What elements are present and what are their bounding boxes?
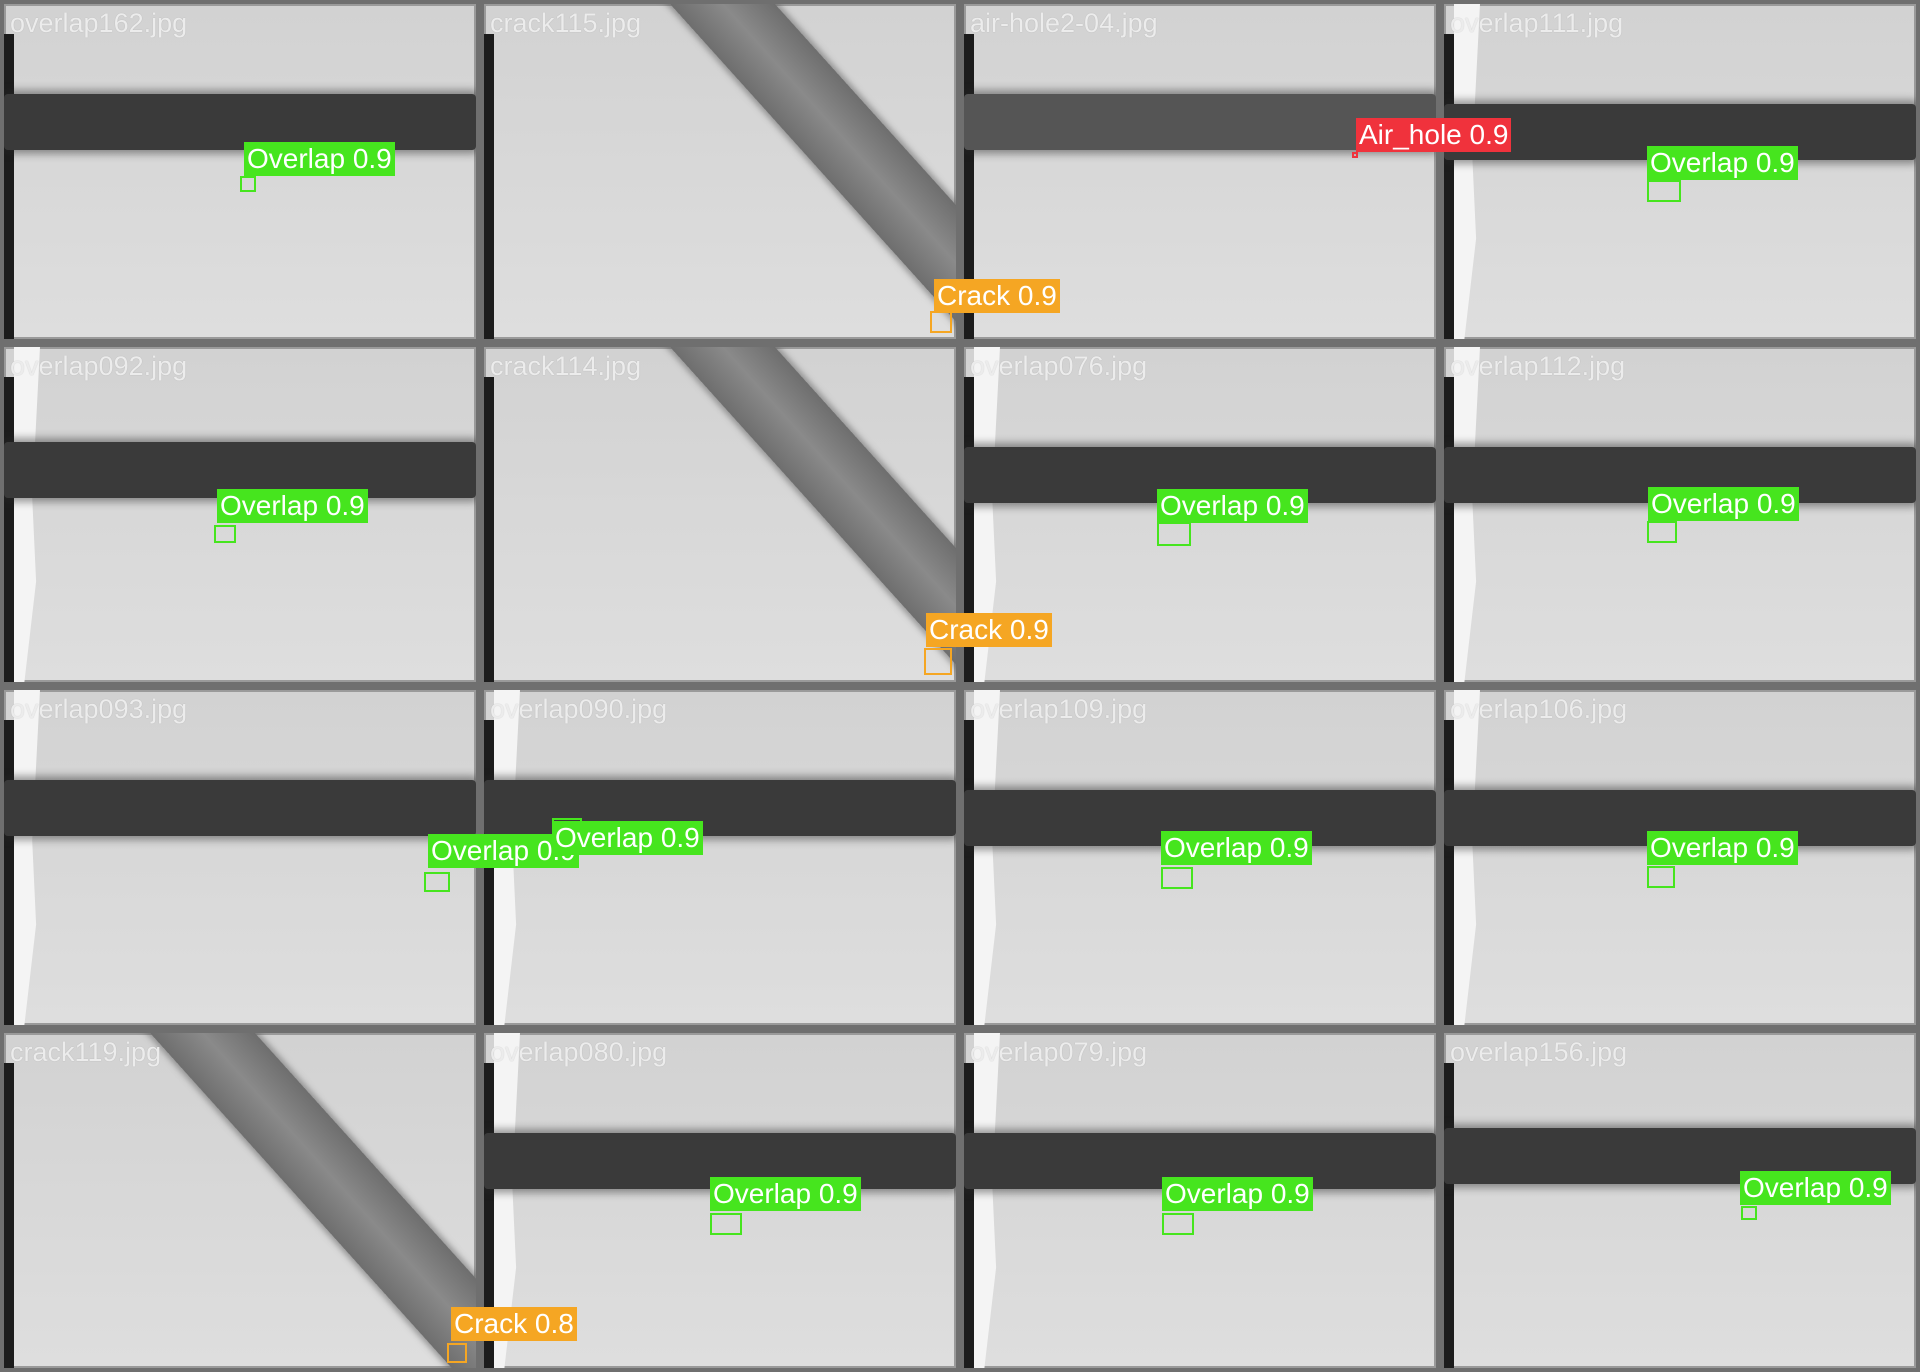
image-filename: overlap092.jpg	[10, 351, 188, 381]
detection-box	[1647, 180, 1681, 202]
image-filename: overlap079.jpg	[970, 1037, 1148, 1067]
image-filename: overlap111.jpg	[1450, 8, 1624, 38]
image-filename: overlap162.jpg	[10, 8, 188, 38]
xray-bright-edge	[1454, 347, 1480, 682]
xray-dark-edge	[484, 377, 494, 682]
xray-bright-edge	[14, 347, 40, 682]
detection-label: Overlap 0.9	[1647, 146, 1798, 180]
detection-label: Crack 0.9	[926, 613, 1052, 647]
detection-box	[1161, 867, 1193, 889]
xray-dark-edge	[1444, 377, 1454, 682]
weld-seam-band	[4, 780, 476, 836]
xray-dark-edge	[964, 1063, 974, 1368]
detection-box	[214, 525, 236, 543]
detection-label: Overlap 0.9	[1162, 1177, 1313, 1211]
detection-label: Air_hole 0.9	[1356, 118, 1512, 152]
weld-seam-band	[4, 94, 476, 150]
detection-box	[240, 176, 256, 192]
xray-dark-edge	[4, 1063, 14, 1368]
image-tile: crack114.jpg	[484, 347, 956, 682]
image-filename: air-hole2-04.jpg	[970, 8, 1158, 38]
xray-bright-edge	[974, 1033, 1000, 1368]
detection-label: Overlap 0.9	[1648, 487, 1799, 521]
image-filename: overlap156.jpg	[1450, 1037, 1628, 1067]
detection-box	[1352, 152, 1358, 158]
detection-label: Overlap 0.9	[1157, 489, 1308, 523]
xray-dark-edge	[964, 720, 974, 1025]
detection-box	[424, 872, 450, 892]
xray-dark-edge	[484, 34, 494, 339]
image-filename: overlap076.jpg	[970, 351, 1148, 381]
image-filename: overlap093.jpg	[10, 694, 188, 724]
weld-seam-diagonal	[114, 1033, 476, 1368]
image-tile: overlap162.jpg	[4, 4, 476, 339]
xray-dark-edge	[4, 720, 14, 1025]
image-tile: overlap093.jpg	[4, 690, 476, 1025]
xray-bright-edge	[1454, 4, 1480, 339]
xray-dark-edge	[4, 377, 14, 682]
detection-mosaic: overlap162.jpg crack115.jpg air-hole2-04.j…	[0, 0, 1920, 1372]
detection-box	[447, 1343, 467, 1363]
image-filename: overlap109.jpg	[970, 694, 1148, 724]
detection-label: Overlap 0.9	[217, 489, 368, 523]
image-tile: crack115.jpg	[484, 4, 956, 339]
xray-dark-edge	[1444, 1063, 1454, 1368]
xray-dark-edge	[4, 34, 14, 339]
detection-box	[1647, 521, 1677, 543]
xray-bright-edge	[974, 690, 1000, 1025]
image-filename: crack114.jpg	[490, 351, 642, 381]
image-filename: crack115.jpg	[490, 8, 642, 38]
weld-seam-diagonal	[634, 347, 956, 682]
weld-seam-diagonal	[634, 4, 956, 339]
image-filename: overlap112.jpg	[1450, 351, 1626, 381]
xray-dark-edge	[1444, 720, 1454, 1025]
detection-box	[1162, 1213, 1194, 1235]
xray-bright-edge	[14, 690, 40, 1025]
image-filename: overlap106.jpg	[1450, 694, 1628, 724]
detection-box	[1741, 1206, 1757, 1220]
detection-label: Overlap 0.9	[1161, 831, 1312, 865]
detection-label: Overlap 0.9	[1740, 1171, 1891, 1205]
detection-box	[930, 311, 952, 333]
xray-dark-edge	[484, 720, 494, 1025]
detection-box	[710, 1213, 742, 1235]
detection-label: Overlap 0.9	[1647, 831, 1798, 865]
detection-box	[1647, 866, 1675, 888]
detection-label: Overlap 0.9	[710, 1177, 861, 1211]
image-filename: overlap080.jpg	[490, 1037, 668, 1067]
detection-label: Crack 0.8	[451, 1307, 577, 1341]
image-filename: crack119.jpg	[10, 1037, 162, 1067]
xray-bright-edge	[1454, 690, 1480, 1025]
detection-label: Overlap 0.9	[552, 821, 703, 855]
detection-label: Crack 0.9	[934, 279, 1060, 313]
image-tile: crack119.jpg	[4, 1033, 476, 1368]
detection-box	[1157, 522, 1191, 546]
detection-box	[924, 648, 952, 675]
image-filename: overlap090.jpg	[490, 694, 668, 724]
xray-dark-edge	[1444, 34, 1454, 339]
detection-label: Overlap 0.9	[244, 142, 395, 176]
